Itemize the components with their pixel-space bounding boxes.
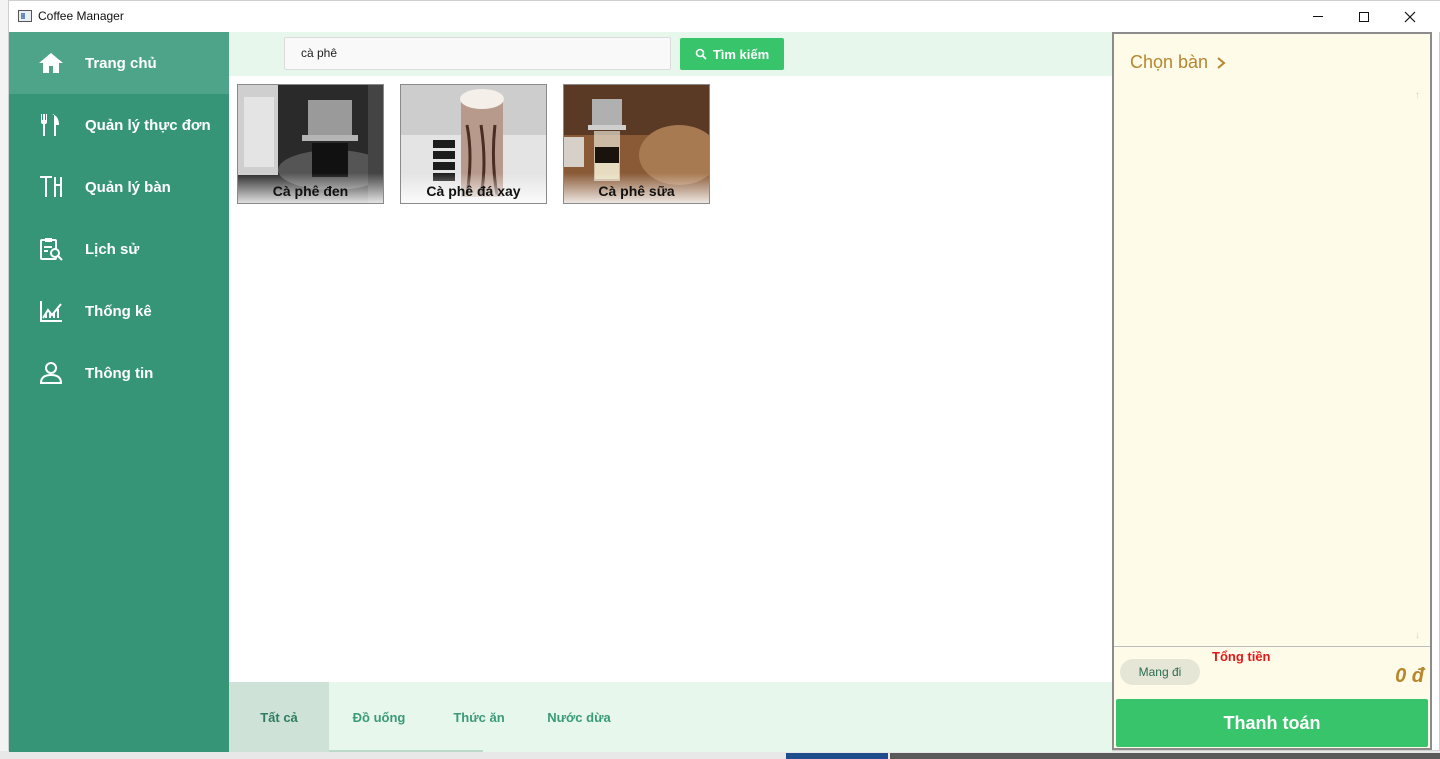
minimize-button[interactable] bbox=[1295, 1, 1341, 32]
sidebar-item-label: Quản lý thực đơn bbox=[85, 116, 211, 134]
app-window: Coffee Manager Trang chủ Quản lý thực đơ… bbox=[8, 0, 1440, 752]
order-footer: Mang đi Tổng tiền 0 đ bbox=[1114, 646, 1430, 696]
window-title: Coffee Manager bbox=[38, 9, 124, 23]
order-panel: Chọn bàn ↑ ↓ Mang đi Tổng tiền 0 đ Thanh… bbox=[1112, 32, 1432, 750]
choose-table-button[interactable]: Chọn bàn bbox=[1130, 52, 1226, 73]
product-name: Cà phê đen bbox=[272, 183, 349, 199]
history-clipboard-icon bbox=[37, 235, 65, 263]
sidebar-item-label: Thống kê bbox=[85, 302, 152, 320]
sidebar-item-info[interactable]: Thông tin bbox=[9, 342, 229, 404]
sidebar-item-history[interactable]: Lịch sử bbox=[9, 218, 229, 280]
search-input[interactable]: cà phê bbox=[284, 37, 671, 70]
product-grid: Cà phê đen Cà phê đá xay Cà phê sữa bbox=[229, 76, 1112, 682]
sidebar-item-table-management[interactable]: Quản lý bàn bbox=[9, 156, 229, 218]
sidebar-item-label: Quản lý bàn bbox=[85, 178, 171, 196]
product-card[interactable]: Cà phê đen bbox=[237, 84, 384, 204]
app-icon bbox=[18, 10, 32, 22]
home-icon bbox=[37, 49, 65, 77]
product-name: Cà phê sữa bbox=[598, 183, 675, 199]
product-card[interactable]: Cà phê sữa bbox=[563, 84, 710, 204]
title-bar: Coffee Manager bbox=[9, 1, 1440, 32]
scroll-down-arrow-icon[interactable]: ↓ bbox=[1415, 630, 1420, 641]
total-value: 0 đ bbox=[1395, 665, 1424, 687]
taskbar-area bbox=[890, 753, 1440, 759]
table-icon bbox=[37, 173, 65, 201]
search-bar: cà phê Tìm kiếm bbox=[229, 32, 1112, 76]
product-name: Cà phê đá xay bbox=[426, 183, 521, 199]
search-button[interactable]: Tìm kiếm bbox=[680, 38, 784, 70]
desktop-left-strip bbox=[0, 0, 8, 759]
product-card[interactable]: Cà phê đá xay bbox=[400, 84, 547, 204]
close-icon bbox=[1404, 11, 1416, 22]
sidebar-item-label: Trang chủ bbox=[85, 54, 157, 72]
sidebar-item-menu-management[interactable]: Quản lý thực đơn bbox=[9, 94, 229, 156]
scroll-up-arrow-icon[interactable]: ↑ bbox=[1415, 90, 1420, 101]
search-button-label: Tìm kiếm bbox=[712, 46, 770, 62]
category-tabs: Tất cả Đồ uống Thức ăn Nước dừa bbox=[229, 682, 1112, 752]
chart-icon bbox=[37, 297, 65, 325]
sidebar-item-label: Thông tin bbox=[85, 364, 154, 382]
chevron-right-icon bbox=[1217, 56, 1226, 69]
fork-knife-icon bbox=[37, 111, 65, 139]
sidebar-item-statistics[interactable]: Thống kê bbox=[9, 280, 229, 342]
user-icon bbox=[37, 359, 65, 387]
takeaway-button[interactable]: Mang đi bbox=[1120, 659, 1200, 685]
maximize-icon bbox=[1359, 11, 1369, 22]
pay-button[interactable]: Thanh toán bbox=[1116, 699, 1428, 747]
search-icon bbox=[695, 48, 707, 60]
tab-underline bbox=[329, 750, 483, 752]
maximize-button[interactable] bbox=[1341, 1, 1387, 32]
minimize-icon bbox=[1313, 16, 1323, 17]
tab-all[interactable]: Tất cả bbox=[229, 682, 329, 752]
taskbar-active-item bbox=[786, 753, 888, 759]
tab-drinks[interactable]: Đồ uống bbox=[329, 682, 429, 752]
sidebar-item-label: Lịch sử bbox=[85, 240, 140, 258]
close-button[interactable] bbox=[1387, 1, 1433, 32]
tab-food[interactable]: Thức ăn bbox=[429, 682, 529, 752]
tab-coconut-water[interactable]: Nước dừa bbox=[529, 682, 629, 752]
sidebar: Trang chủ Quản lý thực đơn Quản lý bàn L… bbox=[9, 32, 229, 752]
choose-table-label: Chọn bàn bbox=[1130, 52, 1209, 72]
total-label: Tổng tiền bbox=[1212, 649, 1271, 664]
sidebar-item-home[interactable]: Trang chủ bbox=[9, 32, 229, 94]
taskbar-strip bbox=[0, 751, 1440, 759]
